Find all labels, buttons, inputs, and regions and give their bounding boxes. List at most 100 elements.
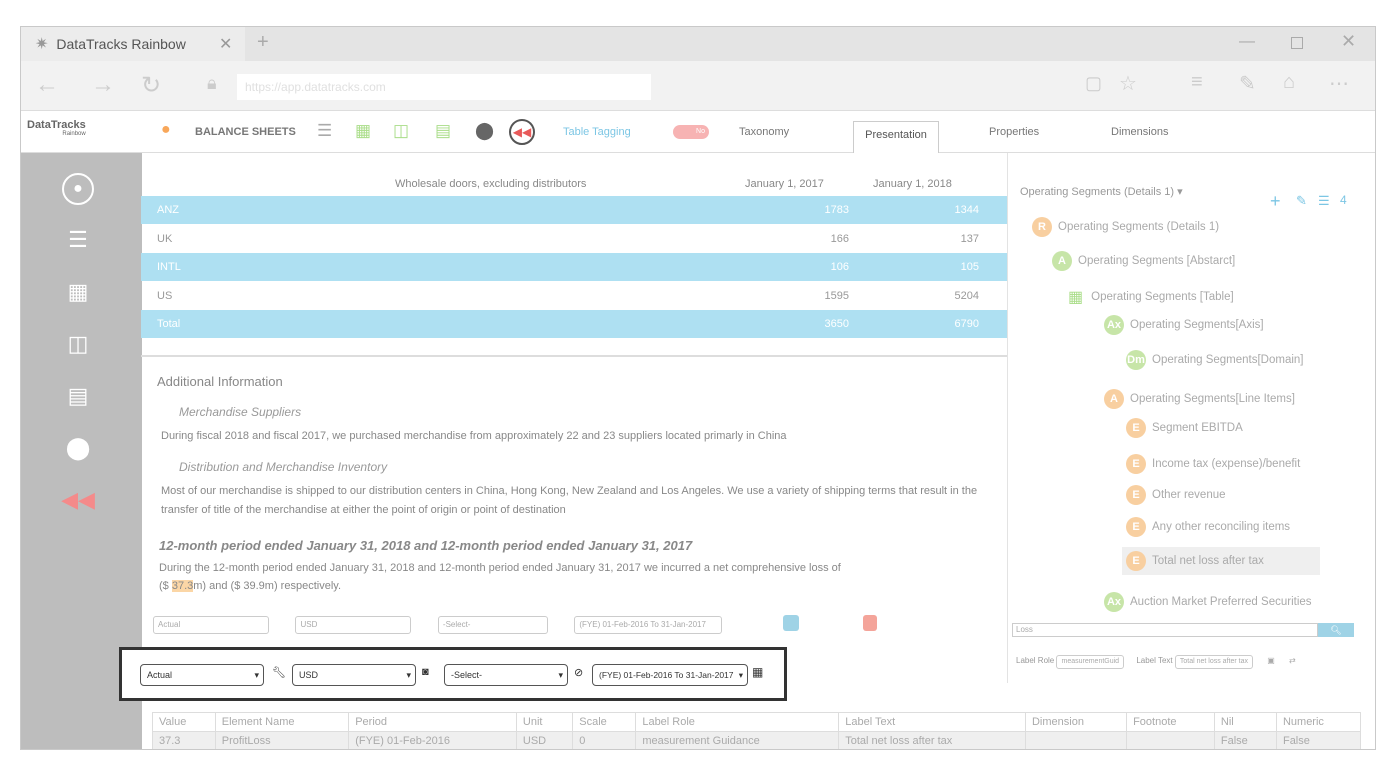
value-2017[interactable]: 1595	[781, 282, 849, 310]
no-entry-icon[interactable]: ⊘	[574, 666, 583, 679]
grid-cell[interactable]: ProfitLoss	[214, 731, 350, 749]
value-2018[interactable]: 137	[909, 225, 979, 253]
document-view-icon[interactable]: ▤	[59, 381, 97, 411]
wrench-icon[interactable]: 🔧︎	[272, 666, 286, 679]
hub-icon[interactable]: ≡	[1191, 71, 1203, 94]
tagging-toggle[interactable]: No	[673, 125, 709, 139]
label-text-field[interactable]: Total net loss after tax	[1174, 655, 1253, 669]
delete-icon[interactable]	[863, 615, 877, 631]
list-icon[interactable]: ☰	[317, 121, 332, 141]
tree-node[interactable]: Ax Auction Market Preferred Securities	[1104, 592, 1312, 612]
currency-select-small[interactable]: USD	[295, 616, 412, 634]
value-2017[interactable]: 106	[781, 253, 849, 281]
forward-icon[interactable]: →	[91, 71, 115, 99]
label-role-select[interactable]: measurementGuid	[1056, 655, 1125, 669]
value-2017[interactable]: 3650	[781, 310, 849, 338]
new-tab-icon[interactable]: +	[257, 31, 269, 54]
split-view-icon[interactable]: ◫	[59, 329, 97, 359]
tree-node[interactable]: ▦ Operating Segments [Table]	[1068, 287, 1234, 307]
user-icon[interactable]: ●	[161, 121, 171, 139]
value-2018[interactable]: 105	[909, 253, 979, 281]
grid-cell[interactable]: 37.3	[152, 731, 216, 749]
tree-node[interactable]: E Other revenue	[1126, 485, 1226, 505]
grid-cell[interactable]: False	[1275, 731, 1362, 749]
tab-properties[interactable]: Properties	[989, 126, 1039, 138]
close-tab-icon[interactable]: ✕	[219, 34, 232, 54]
generic-select-small[interactable]: -Select-	[437, 616, 548, 634]
add-icon[interactable]: +	[1270, 191, 1281, 212]
grid-cell[interactable]	[1126, 731, 1215, 749]
table-row[interactable]: ANZ 1783 1344	[141, 196, 1007, 224]
value-2018[interactable]: 5204	[909, 282, 979, 310]
value-2018[interactable]: 6790	[909, 310, 979, 338]
reading-view-icon[interactable]: ▢	[1085, 73, 1102, 94]
tab-dimensions[interactable]: Dimensions	[1111, 126, 1168, 138]
grid-data-row[interactable]: 37.3 ProfitLoss (FYE) 01-Feb-2016 USD 0 measu…	[152, 731, 1362, 749]
favorite-star-icon[interactable]: ☆	[1119, 71, 1137, 96]
refresh-icon[interactable]: ↻	[141, 71, 161, 100]
value-2018[interactable]: 1344	[909, 196, 979, 224]
tab-taxonomy[interactable]: Taxonomy	[739, 126, 789, 138]
collapse-icon[interactable]: ◀◀	[59, 485, 97, 515]
table-row[interactable]: INTL 106 105	[141, 253, 1007, 281]
camera-icon[interactable]: ◙	[422, 666, 429, 678]
currency-select[interactable]: USD ▾	[292, 664, 416, 686]
search-input[interactable]: Loss	[1012, 623, 1318, 637]
value-2017[interactable]: 166	[781, 225, 849, 253]
tree-dropdown[interactable]: Operating Segments (Details 1) ▾	[1020, 185, 1183, 198]
tree-node[interactable]: A Operating Segments [Abstarct]	[1052, 251, 1235, 271]
search-button[interactable]: 🔍︎	[1318, 623, 1354, 637]
profile-icon[interactable]: ●	[62, 173, 94, 205]
tree-node[interactable]: R Operating Segments (Details 1)	[1032, 217, 1219, 237]
tree-node[interactable]: A Operating Segments[Line Items]	[1104, 389, 1295, 409]
menu-icon[interactable]: ☰	[1318, 193, 1330, 209]
period-select[interactable]: (FYE) 01-Feb-2016 To 31-Jan-2017 ▾	[592, 664, 748, 686]
period-select-small[interactable]: (FYE) 01-Feb-2016 To 31-Jan-2017	[574, 616, 723, 634]
generic-select[interactable]: -Select- ▾	[444, 664, 568, 686]
edit-doc-icon[interactable]: ✎	[1296, 193, 1307, 209]
tree-node[interactable]: E Income tax (expense)/benefit	[1126, 454, 1300, 474]
highlighted-value[interactable]: 37.3	[171, 580, 194, 592]
map-pin-icon[interactable]: ⬤	[59, 433, 97, 463]
tab-presentation[interactable]: Presentation	[853, 121, 939, 153]
tree-node[interactable]: E Total net loss after tax	[1122, 547, 1320, 575]
more-icon[interactable]: ⋯	[1329, 71, 1349, 96]
calendar-icon[interactable]: ▦	[752, 665, 763, 679]
table-view-icon[interactable]: ▦	[59, 277, 97, 307]
tree-node[interactable]: E Segment EBITDA	[1126, 418, 1243, 438]
tree-node[interactable]: Ax Operating Segments[Axis]	[1104, 315, 1264, 335]
value-2017[interactable]: 1783	[781, 196, 849, 224]
close-window-icon[interactable]: ✕	[1341, 31, 1356, 52]
grid-cell[interactable]: USD	[515, 731, 574, 749]
tree-node[interactable]: Dm Operating Segments[Domain]	[1126, 350, 1304, 370]
scenario-select-small[interactable]: Actual	[153, 616, 269, 634]
location-icon[interactable]: ⬤	[475, 121, 494, 141]
table-icon[interactable]: ▦	[355, 121, 371, 141]
tag-icon[interactable]	[783, 615, 799, 631]
grid-cell[interactable]: False	[1213, 731, 1277, 749]
list-view-icon[interactable]: ☰	[59, 225, 97, 255]
maximize-icon[interactable]	[1291, 37, 1303, 49]
grid-cell[interactable]: (FYE) 01-Feb-2016	[348, 731, 517, 749]
minimize-icon[interactable]: —	[1239, 33, 1255, 51]
save-icon[interactable]: ▣	[1267, 656, 1275, 665]
note-icon[interactable]: ✎	[1239, 71, 1256, 96]
document-icon[interactable]: ▤	[435, 121, 451, 141]
rewind-icon[interactable]: ◀◀	[509, 119, 535, 145]
table-row[interactable]: US 1595 5204	[141, 282, 1007, 310]
table-row[interactable]: UK 166 137	[141, 225, 1007, 253]
share-icon[interactable]: ⌂	[1283, 71, 1295, 94]
tree-node[interactable]: E Any other reconciling items	[1126, 517, 1290, 537]
scenario-select[interactable]: Actual ▾	[140, 664, 264, 686]
columns-icon[interactable]: ◫	[393, 121, 409, 141]
browser-tab[interactable]: ✷ DataTracks Rainbow ✕	[21, 27, 245, 61]
grid-cell[interactable]: Total net loss after tax	[838, 731, 1026, 749]
table-row[interactable]: Total 3650 6790	[141, 310, 1007, 338]
grid-cell[interactable]: 0	[572, 731, 637, 749]
url-field[interactable]: https://app.datatracks.com	[237, 74, 651, 100]
grid-cell[interactable]: measurement Guidance	[635, 731, 840, 749]
table-tagging-link[interactable]: Table Tagging	[563, 126, 631, 138]
back-icon[interactable]: ←	[35, 71, 59, 99]
grid-cell[interactable]	[1024, 731, 1128, 749]
swap-icon[interactable]: ⇄	[1289, 656, 1296, 665]
